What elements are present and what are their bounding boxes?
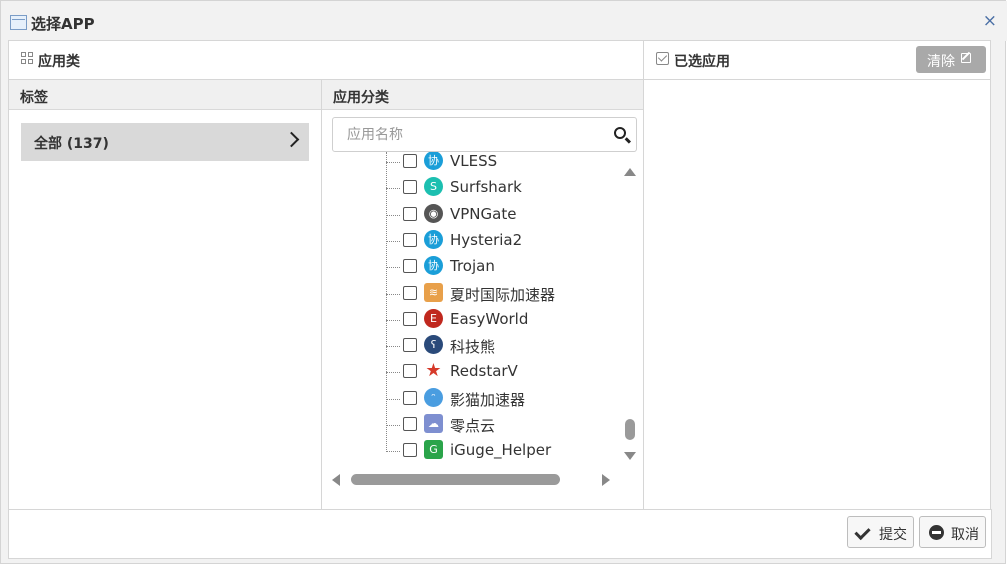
selected-apps-panel — [643, 40, 991, 510]
tree-connector — [386, 319, 400, 321]
app-category-header: 应用类 — [38, 54, 80, 70]
tree-item-checkbox[interactable] — [403, 232, 417, 247]
tree-item-checkbox[interactable] — [403, 443, 417, 458]
tree-item-label: VPNGate — [450, 204, 517, 223]
app-search-box — [332, 117, 637, 152]
tree-item-label: EasyWorld — [450, 309, 529, 328]
tree-connector — [386, 346, 400, 348]
dialog-titlebar: 选择APP × — [1, 1, 1007, 41]
red-star-icon: ★ — [425, 360, 442, 382]
surfshark-icon: S — [424, 177, 443, 197]
horizontal-scrollbar-thumb[interactable] — [351, 474, 560, 485]
tree-connector — [386, 240, 400, 242]
tree-connector — [386, 162, 400, 163]
tag-item-all-label: 全部 (137) — [34, 136, 109, 152]
tree-item-label: VLESS — [450, 152, 498, 170]
dialog-title: 选择APP — [31, 15, 95, 33]
tag-column-header: 标签 — [9, 80, 321, 110]
tree-item-label: Hysteria2 — [450, 230, 523, 249]
check-icon — [854, 523, 871, 541]
cancel-button[interactable]: 取消 — [919, 516, 986, 548]
iguge-icon: G — [424, 440, 443, 460]
cat-icon: ᵔ — [424, 387, 443, 407]
dialog-footer — [8, 509, 992, 559]
bear-icon: ʕ — [424, 335, 443, 355]
tree-item-checkbox[interactable] — [403, 154, 417, 168]
cloud-icon: ☁ — [424, 414, 443, 433]
app-search-input[interactable] — [345, 124, 609, 146]
checkbox-checked-icon — [656, 52, 669, 65]
column-divider — [321, 80, 322, 510]
rainbow-icon: ≋ — [424, 282, 443, 302]
tree-item-checkbox[interactable] — [403, 390, 417, 405]
tree-connector — [386, 188, 400, 190]
tree-item-checkbox[interactable] — [403, 259, 417, 274]
tree-item-checkbox[interactable] — [403, 338, 417, 353]
tree-connector-line — [386, 152, 387, 452]
close-icon[interactable]: × — [983, 11, 997, 31]
tree-item-label: iGuge_Helper — [450, 441, 552, 460]
category-column-title: 应用分类 — [333, 90, 389, 106]
tree-item-checkbox[interactable] — [403, 311, 417, 326]
selected-apps-header: 已选应用 — [674, 54, 730, 70]
tree-item-label: 零点云 — [450, 417, 496, 435]
tree-item-checkbox[interactable] — [403, 206, 417, 221]
tree-item-label: 影猫加速器 — [450, 390, 526, 409]
tree-item-checkbox[interactable] — [403, 285, 417, 300]
scroll-down-arrow-icon[interactable] — [624, 452, 636, 460]
tree-item-label: 夏时国际加速器 — [450, 285, 556, 304]
tree-item-checkbox[interactable] — [403, 364, 417, 379]
chevron-right-icon — [283, 131, 300, 148]
xie-protocol-icon: 协 — [424, 256, 443, 276]
tree-item-checkbox[interactable] — [403, 180, 417, 195]
edit-icon — [961, 53, 971, 63]
tree-connector — [386, 451, 400, 453]
tag-column-title: 标签 — [20, 90, 48, 106]
clear-button[interactable]: 清除 — [916, 46, 986, 73]
tree-item-label: RedstarV — [450, 362, 518, 381]
submit-button-label: 提交 — [879, 527, 907, 543]
tree-item-label: 科技熊 — [450, 338, 496, 357]
tree-item-label: Trojan — [450, 257, 495, 276]
cancel-button-label: 取消 — [951, 527, 979, 543]
clear-button-label: 清除 — [927, 54, 955, 70]
xie-protocol-icon: 协 — [424, 229, 443, 249]
globe-icon: ◉ — [424, 203, 443, 223]
category-column-header: 应用分类 — [322, 80, 643, 110]
selected-header-divider — [644, 79, 990, 80]
scroll-right-arrow-icon[interactable] — [602, 474, 610, 486]
tree-connector — [386, 214, 400, 216]
tree-connector — [386, 267, 400, 269]
submit-button[interactable]: 提交 — [847, 516, 914, 548]
tree-connector — [386, 425, 400, 426]
tree-connector — [386, 372, 400, 374]
vertical-scrollbar-thumb[interactable] — [625, 419, 635, 440]
xie-protocol-icon: 协 — [424, 152, 443, 170]
window-icon — [10, 15, 27, 30]
tree-item-label: Surfshark — [450, 178, 522, 197]
grid-icon — [21, 52, 35, 66]
easyworld-icon: E — [424, 308, 443, 328]
tree-item-checkbox[interactable] — [403, 417, 417, 431]
minus-circle-icon — [929, 525, 944, 540]
scroll-up-arrow-icon[interactable] — [624, 168, 636, 176]
tree-connector — [386, 398, 400, 400]
tag-item-all[interactable]: 全部 (137) — [21, 123, 309, 161]
scroll-left-arrow-icon[interactable] — [332, 474, 340, 486]
app-tree: 协 VLESS S Surfshark ◉ VPNGate 协 Hysteria2 协 Troja… — [330, 152, 620, 464]
search-icon[interactable] — [614, 127, 626, 139]
tree-connector — [386, 293, 400, 295]
